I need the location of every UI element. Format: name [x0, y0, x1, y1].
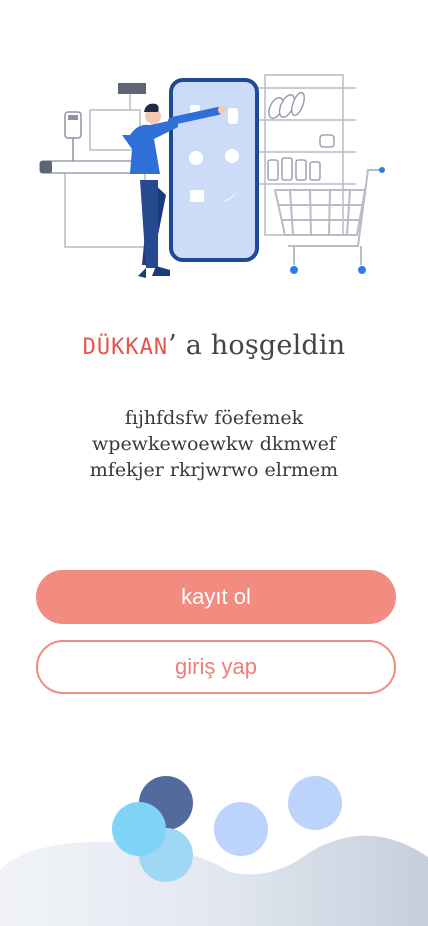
brand-name: DÜKKAN — [82, 335, 169, 360]
welcome-description: fıjhfdsfw föefemek wpewkewoewkw dkmwef m… — [89, 407, 339, 481]
decorative-background — [0, 776, 428, 926]
register-button[interactable]: kayıt ol — [36, 570, 396, 624]
hero-illustration — [39, 74, 385, 278]
welcome-title: DÜKKAN’ a hoşgeldin — [0, 330, 428, 361]
login-button[interactable]: giriş yap — [36, 640, 396, 694]
greeting-text: ’ a hoşgeldin — [168, 330, 346, 361]
